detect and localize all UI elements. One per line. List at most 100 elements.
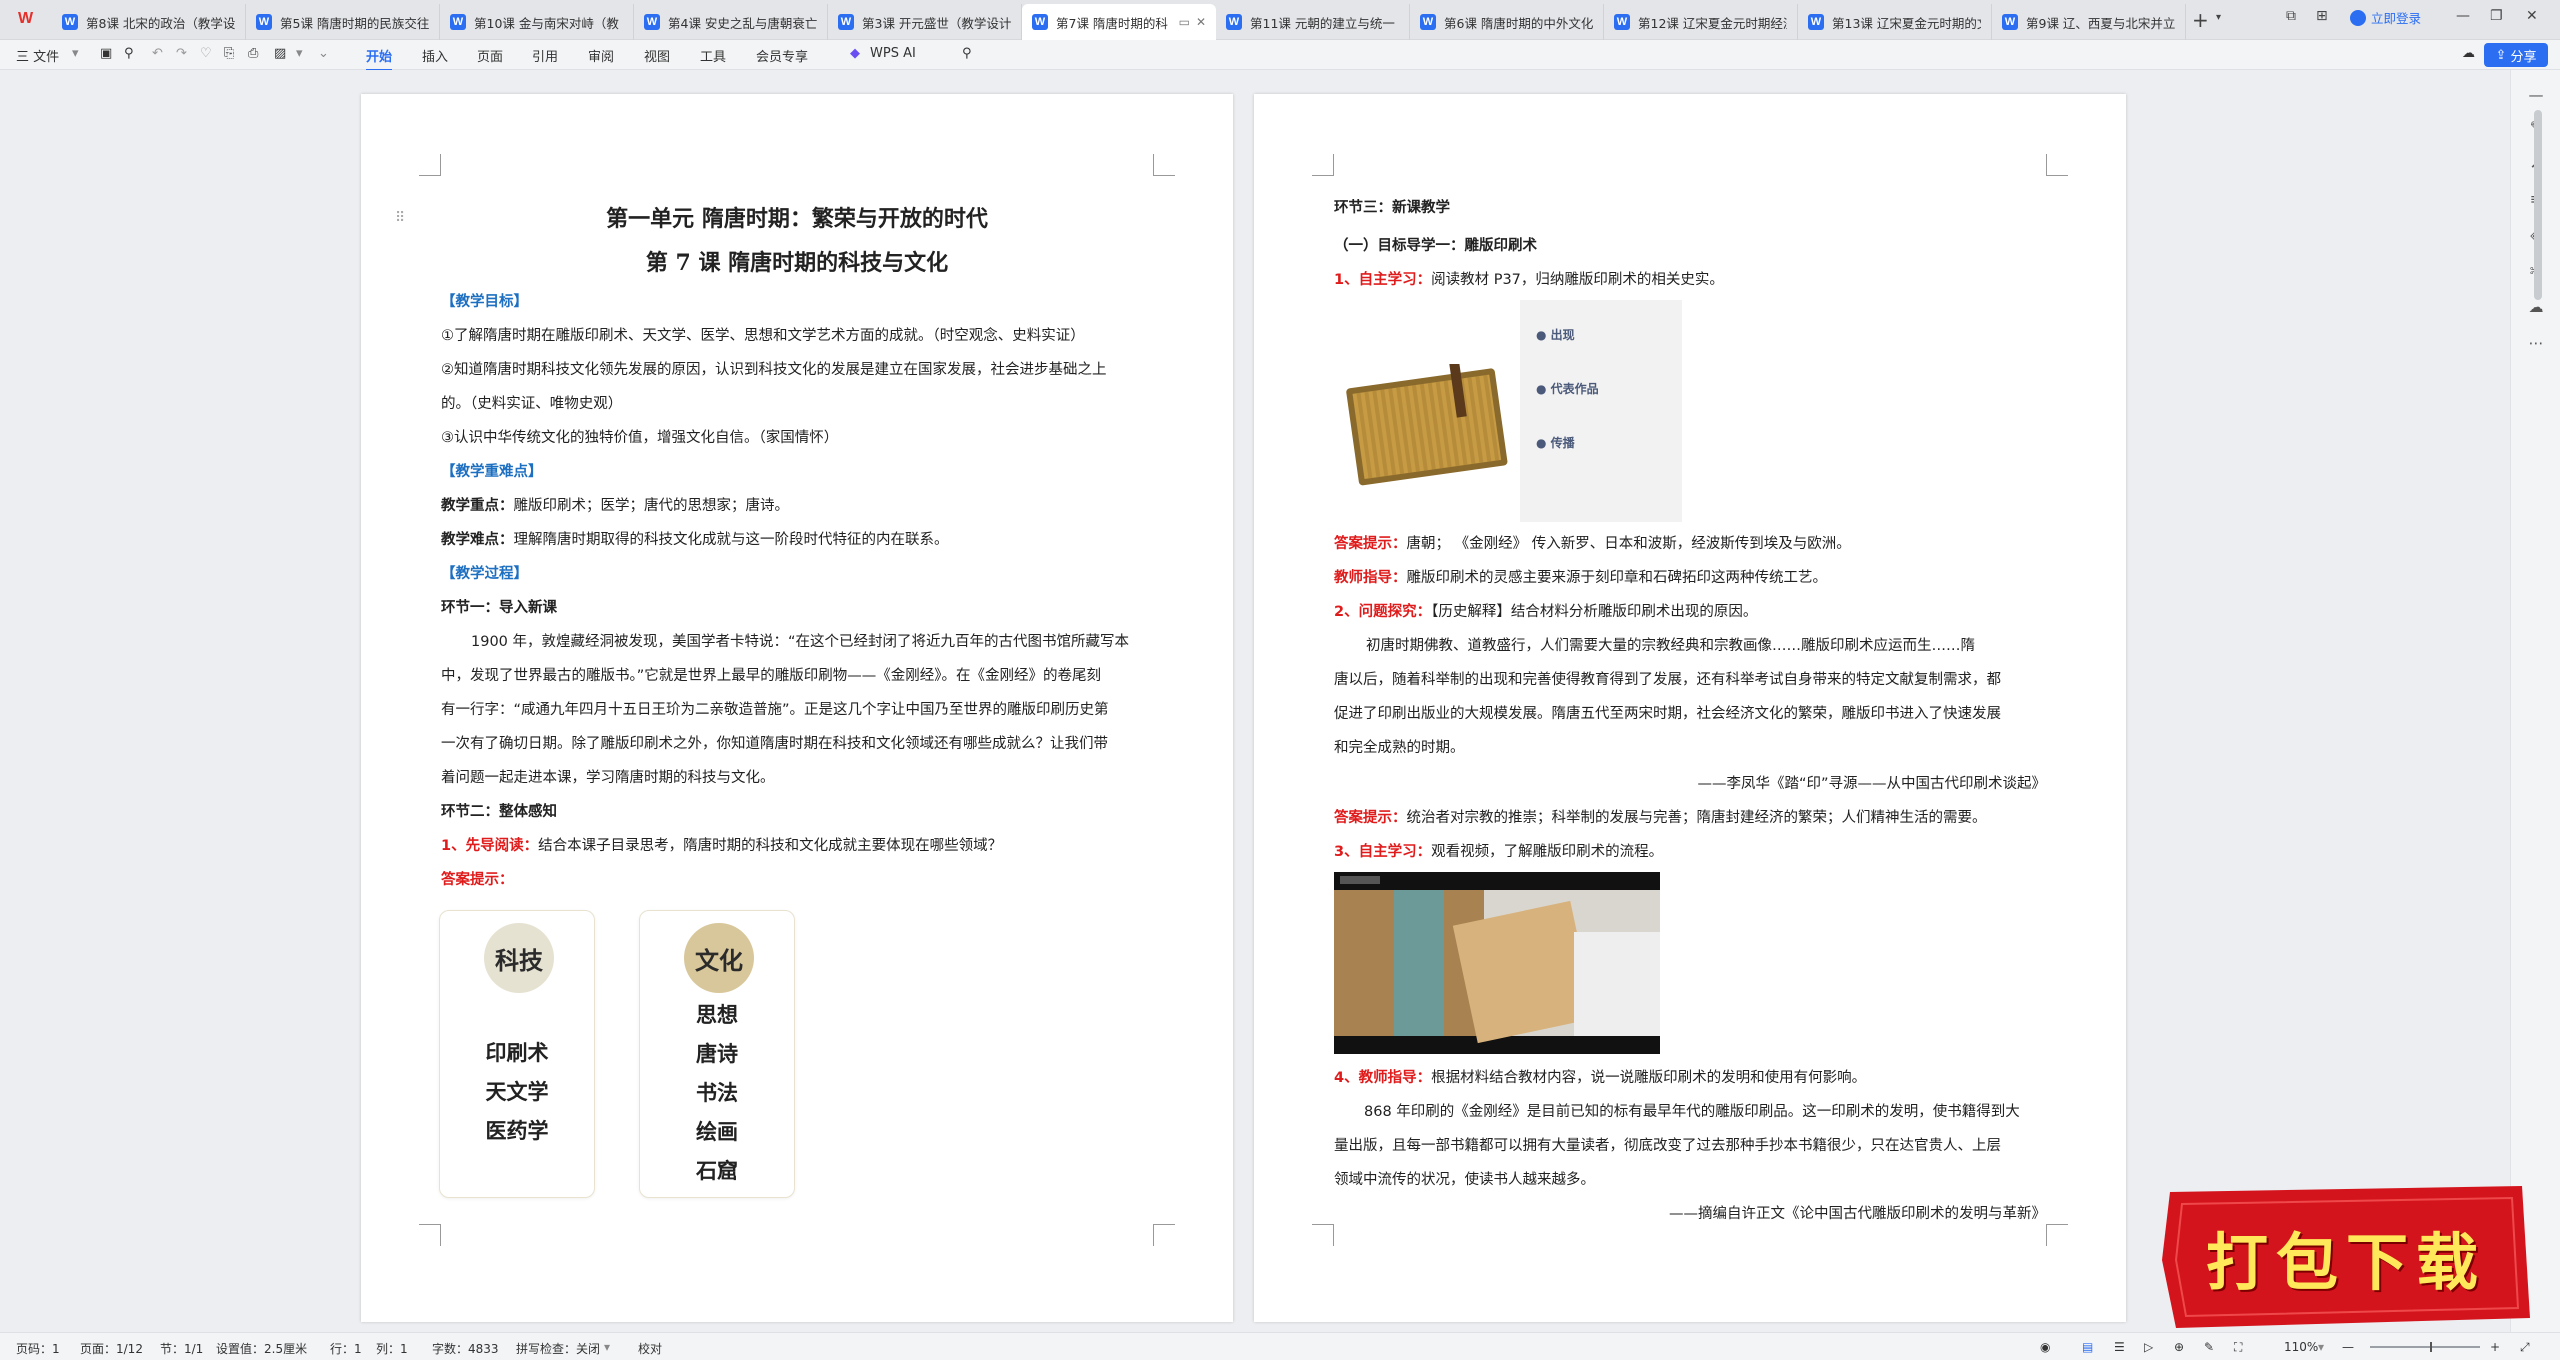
card-item: 医药学 xyxy=(485,1118,549,1143)
vertical-scrollbar[interactable] xyxy=(2534,110,2542,300)
paragraph: 着问题一起走进本课，学习隋唐时期的科技与文化。 xyxy=(441,770,775,786)
zoom-out-icon[interactable]: — xyxy=(2342,1340,2354,1354)
eye-icon[interactable]: ◉ xyxy=(2040,1340,2050,1354)
status-setting[interactable]: 设置值：2.5厘米 xyxy=(216,1340,307,1357)
doc-tab[interactable]: W 第9课 辽、西夏与北宋并立 xyxy=(1992,4,2186,40)
menu-page[interactable]: 页面 xyxy=(477,46,503,65)
paragraph: 中，发现了世界最古的雕版书。”它就是世界上最早的雕版印刷物——《金刚经》。在《金… xyxy=(441,668,1102,684)
doc-tab[interactable]: W 第13课 辽宋夏金元时期的文 xyxy=(1798,4,1992,40)
print-icon[interactable]: ⎙ xyxy=(248,46,258,61)
restore-window-icon[interactable]: ⧉ xyxy=(2286,8,2296,24)
spellcheck-chevron-icon[interactable]: ▾ xyxy=(604,1340,610,1354)
doc-tab[interactable]: W 第5课 隋唐时期的民族交往 xyxy=(246,4,440,40)
drag-handle-icon[interactable]: ⠿ xyxy=(395,210,405,226)
card-item: 天文学 xyxy=(485,1079,549,1104)
paragraph: 教学难点：理解隋唐时期取得的科技文化成就与这一阶段时代特征的内在联系。 xyxy=(441,532,949,548)
file-menu-chevron-icon[interactable]: ▾ xyxy=(72,46,79,61)
paragraph: ①了解隋唐时期在雕版印刷术、天文学、医学、思想和文学艺术方面的成就。（时空观念、… xyxy=(441,328,1085,344)
login-button[interactable]: 立即登录 xyxy=(2350,8,2421,27)
apps-grid-icon[interactable]: ⊞ xyxy=(2316,8,2328,24)
doc-tab-active[interactable]: W 第7课 隋唐时期的科 ▭ ✕ xyxy=(1022,4,1216,40)
zoom-slider-thumb[interactable] xyxy=(2430,1342,2432,1352)
heart-icon[interactable]: ♡ xyxy=(200,46,212,61)
split-view-icon[interactable]: ☰ xyxy=(2114,1340,2125,1354)
source-citation: ——摘编自许正文《论中国古代雕版印刷术的发明与革新》 xyxy=(1669,1206,2046,1222)
paragraph: ③认识中华传统文化的独特价值，增强文化自信。（家国情怀） xyxy=(441,430,839,446)
status-pages[interactable]: 页面：1/12 xyxy=(80,1340,143,1357)
maximize-icon[interactable]: ❐ xyxy=(2490,8,2503,24)
document-page-1[interactable]: ⠿ 第一单元 隋唐时期：繁荣与开放的时代 第 7 课 隋唐时期的科技与文化 【教… xyxy=(361,94,1233,1322)
paragraph: 教师指导：雕版印刷术的灵感主要来源于刻印章和石碑拓印这两种传统工艺。 xyxy=(1334,570,1827,586)
share-button[interactable]: ⇪ 分享 xyxy=(2484,43,2548,67)
card-item: 石窟 xyxy=(696,1158,738,1183)
wps-logo[interactable]: W xyxy=(18,10,40,30)
menu-member[interactable]: 会员专享 xyxy=(756,46,808,65)
close-window-icon[interactable]: ✕ xyxy=(2526,8,2538,24)
doc-tab[interactable]: W 第6课 隋唐时期的中外文化 xyxy=(1410,4,1604,40)
zoom-chevron-icon[interactable]: ▾ xyxy=(2318,1340,2324,1354)
undo-icon[interactable]: ↶ xyxy=(152,46,163,61)
search-icon[interactable]: ⚲ xyxy=(962,46,972,61)
doc-tab[interactable]: W 第10课 金与南宋对峙（教 xyxy=(440,4,634,40)
more-chevron-icon[interactable]: ⌄ xyxy=(318,46,329,61)
fit-screen-icon[interactable]: ⛶ xyxy=(2234,1340,2242,1355)
web-view-icon[interactable]: ⊕ xyxy=(2174,1340,2184,1354)
menu-reference[interactable]: 引用 xyxy=(532,46,558,65)
menu-home[interactable]: 开始 xyxy=(366,46,393,71)
culture-card: 文化 思想 唐诗 书法 绘画 石窟 xyxy=(639,910,795,1198)
cloud-sync-icon[interactable]: ☁ xyxy=(2462,46,2475,61)
word-doc-icon: W xyxy=(1226,14,1242,30)
new-tab-plus-icon[interactable]: + xyxy=(2192,8,2209,32)
status-col[interactable]: 列：1 xyxy=(376,1340,408,1357)
document-page-2[interactable]: 环节三：新课教学 （一）目标导学一：雕版印刷术 1、自主学习：阅读教材 P37，… xyxy=(1254,94,2126,1322)
slide-thumbnail[interactable]: ● 出现 ● 代表作品 ● 传播 xyxy=(1334,300,1682,522)
edit-icon[interactable]: ✎ xyxy=(2204,1340,2214,1354)
minimize-icon[interactable]: — xyxy=(2456,8,2470,24)
save-icon[interactable]: ▣ xyxy=(100,46,112,61)
woodblock-video-thumbnail[interactable] xyxy=(1334,872,1660,1054)
menu-tools[interactable]: 工具 xyxy=(700,46,726,65)
menu-insert[interactable]: 插入 xyxy=(422,46,448,65)
pdf-icon[interactable]: ⎘ xyxy=(224,46,234,61)
card-item: 书法 xyxy=(696,1080,738,1105)
status-row[interactable]: 行：1 xyxy=(330,1340,362,1357)
more-icon[interactable]: ⋯ xyxy=(2525,332,2547,354)
bullet-item: ● 代表作品 xyxy=(1536,382,1599,396)
menu-view[interactable]: 视图 xyxy=(644,46,670,65)
wps-ai-button[interactable]: WPS AI xyxy=(870,46,916,61)
paragraph: 的。（史料实证、唯物史观） xyxy=(441,396,623,412)
doc-tab[interactable]: W 第4课 安史之乱与唐朝衰亡 xyxy=(634,4,828,40)
paragraph: 量出版，且每一部书籍都可以拥有大量读者，彻底改变了过去那种手抄本书籍很少，只在达… xyxy=(1334,1138,2001,1154)
chevron-down-icon[interactable]: ▾ xyxy=(296,46,303,61)
menu-review[interactable]: 审阅 xyxy=(588,46,614,65)
zoom-slider[interactable] xyxy=(2370,1342,2480,1352)
redo-icon[interactable]: ↷ xyxy=(176,46,187,61)
doc-tab[interactable]: W 第12课 辽宋夏金元时期经济 xyxy=(1604,4,1798,40)
zoom-level[interactable]: 110% xyxy=(2284,1340,2318,1354)
close-tab-icon[interactable]: ✕ xyxy=(1196,15,1206,29)
fullscreen-icon[interactable]: ⤢ xyxy=(2520,1340,2530,1355)
status-word-count[interactable]: 字数：4833 xyxy=(432,1340,499,1357)
status-spellcheck[interactable]: 拼写检查：关闭 xyxy=(516,1340,600,1357)
lesson-title: 第 7 课 隋唐时期的科技与文化 xyxy=(645,250,949,276)
search-doc-icon[interactable]: ⚲ xyxy=(124,46,134,61)
image-icon[interactable]: ▨ xyxy=(274,46,286,61)
paragraph: 和完全成熟的时期。 xyxy=(1334,740,1465,756)
status-section[interactable]: 节：1/1 xyxy=(160,1340,203,1357)
collapse-icon[interactable]: — xyxy=(2525,84,2547,106)
status-proofread[interactable]: 校对 xyxy=(638,1340,662,1357)
zoom-in-icon[interactable]: + xyxy=(2490,1340,2500,1354)
doc-tab[interactable]: W 第3课 开元盛世（教学设计 xyxy=(828,4,1022,40)
unit-title: 第一单元 隋唐时期：繁荣与开放的时代 xyxy=(606,206,988,232)
doc-tab[interactable]: W 第11课 元朝的建立与统一（ xyxy=(1216,4,1410,40)
promo-text[interactable]: 打包下载 xyxy=(2156,1182,2536,1332)
doc-tab[interactable]: W 第8课 北宋的政治（教学设计 xyxy=(52,4,246,40)
share-icon: ⇪ xyxy=(2495,47,2507,63)
crop-mark xyxy=(1312,1224,1334,1246)
file-menu[interactable]: 三 文件 xyxy=(16,46,59,65)
play-icon[interactable]: ▷ xyxy=(2144,1340,2153,1354)
page-view-icon[interactable]: ▤ xyxy=(2082,1340,2093,1354)
status-page-number[interactable]: 页码：1 xyxy=(16,1340,60,1357)
monitor-icon[interactable]: ▭ xyxy=(1179,15,1190,29)
chevron-down-icon[interactable]: ▾ xyxy=(2216,12,2221,23)
